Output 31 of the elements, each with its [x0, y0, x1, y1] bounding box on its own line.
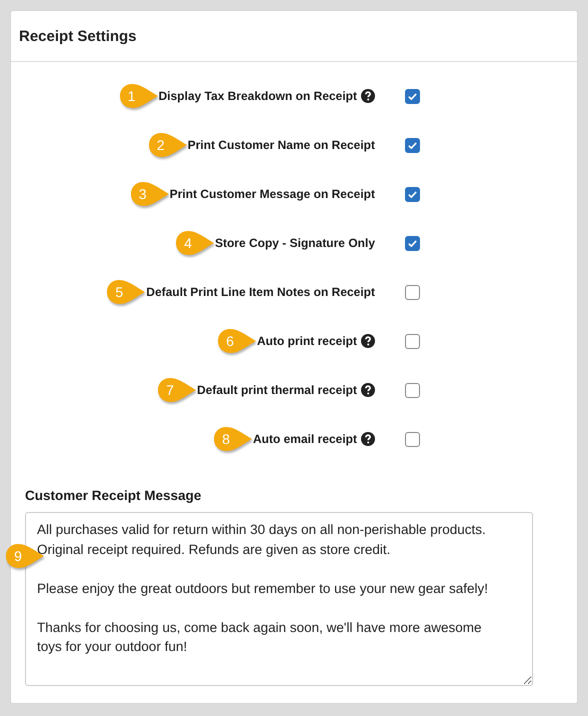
callout-marker: 3: [130, 181, 170, 207]
setting-label: Auto print receipt: [256, 333, 357, 349]
checkbox[interactable]: [405, 187, 420, 202]
callout-marker: 1: [118, 83, 158, 109]
help-icon[interactable]: [361, 334, 375, 348]
checkbox[interactable]: [405, 432, 420, 447]
checkbox[interactable]: [405, 383, 420, 398]
callout-marker: 4: [174, 230, 215, 256]
setting-label: Display Tax Breakdown on Receipt: [158, 88, 357, 104]
checkbox[interactable]: [405, 89, 420, 104]
setting-label: Store Copy - Signature Only: [214, 235, 375, 251]
setting-label: Default Print Line Item Notes on Receipt: [146, 284, 375, 300]
help-icon[interactable]: [361, 432, 375, 446]
callout-marker: 6: [216, 328, 257, 354]
setting-label: Auto email receipt: [252, 431, 357, 447]
checkbox[interactable]: [405, 236, 420, 251]
setting-label: Print Customer Message on Receipt: [170, 186, 375, 202]
callout-marker: 8: [212, 426, 253, 452]
checkbox[interactable]: [405, 138, 420, 153]
setting-label: Print Customer Name on Receipt: [188, 137, 375, 153]
callout-marker: 5: [106, 279, 146, 305]
checkbox[interactable]: [405, 334, 420, 349]
message-field[interactable]: All purchases valid for return within 30 days on all non-perishable products. Original receipt required. Refunds are given as store credit. Please enjoy the great outdoors but remember to use your new gear safely! Thanks for choosing us, come back again soon, we'll have more awesome toys for your outdoor fun!: [25, 512, 533, 686]
help-icon[interactable]: [361, 383, 375, 397]
checkbox[interactable]: [405, 285, 420, 300]
setting-label: Default print thermal receipt: [196, 382, 357, 398]
help-icon[interactable]: [361, 89, 375, 103]
panel-title: Receipt Settings: [19, 28, 137, 44]
field-label: Customer Receipt Message: [25, 488, 202, 503]
callout-marker: 7: [156, 377, 197, 403]
callout-marker: 2: [148, 132, 188, 158]
